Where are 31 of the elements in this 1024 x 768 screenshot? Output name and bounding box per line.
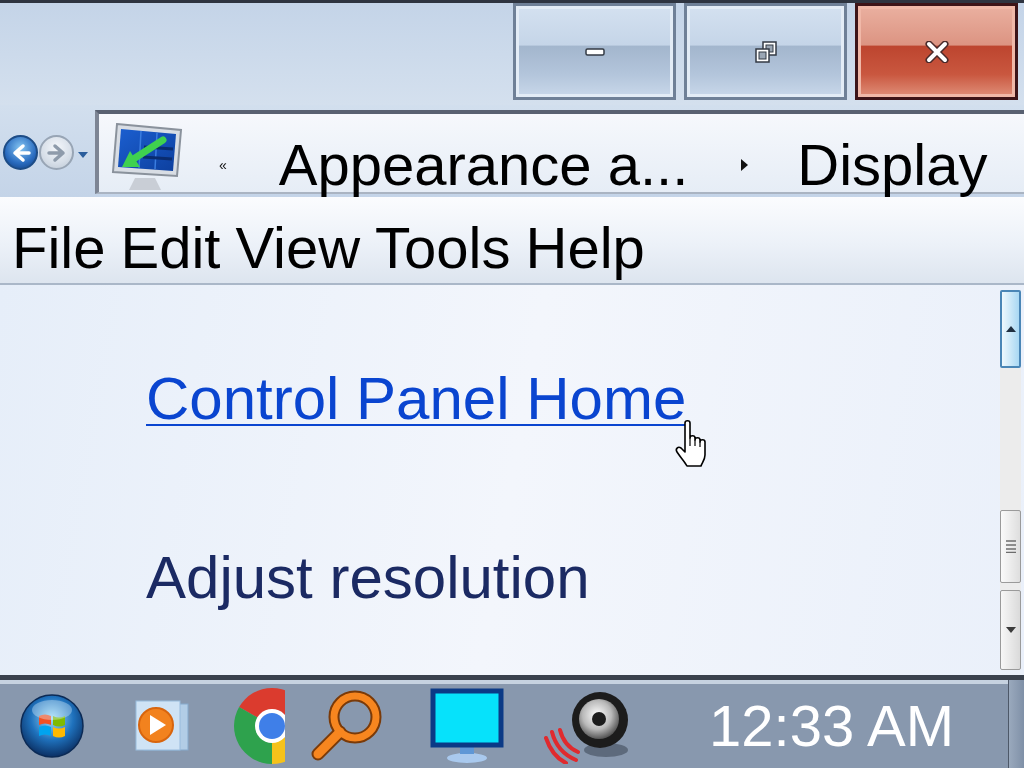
scrollbar-thumb[interactable] bbox=[1000, 510, 1021, 583]
scroll-down-button[interactable] bbox=[1000, 590, 1021, 670]
minimize-icon bbox=[584, 47, 605, 56]
start-orb-icon[interactable] bbox=[20, 694, 84, 758]
menu-item[interactable]: Help bbox=[525, 219, 645, 283]
sidebar-link[interactable]: Control Panel Home bbox=[146, 369, 687, 429]
menu-item[interactable]: File bbox=[12, 219, 106, 283]
close-button[interactable] bbox=[855, 3, 1018, 100]
arrow-right-icon bbox=[45, 142, 68, 163]
hand-cursor-icon bbox=[674, 419, 709, 469]
menu-item[interactable]: Tools bbox=[375, 219, 511, 283]
arrow-down-icon bbox=[1005, 627, 1016, 633]
menu-item[interactable]: View bbox=[235, 219, 361, 283]
menu-item[interactable]: Edit bbox=[120, 219, 221, 283]
restore-button[interactable] bbox=[684, 3, 847, 100]
segmented-circle-icon[interactable] bbox=[233, 686, 285, 766]
monitor-arrow-icon bbox=[111, 120, 185, 192]
breadcrumb-overflow[interactable]: « bbox=[219, 158, 227, 172]
grip-icon bbox=[1005, 540, 1016, 553]
restore-icon bbox=[754, 40, 777, 63]
back-button[interactable] bbox=[3, 135, 38, 170]
caret-icon bbox=[77, 150, 89, 159]
sidebar-link[interactable]: Adjust resolution bbox=[146, 548, 590, 608]
triangle-icon[interactable] bbox=[740, 158, 750, 172]
arrow-up-icon bbox=[1005, 326, 1016, 332]
monitor-icon[interactable] bbox=[430, 688, 504, 764]
corner-button[interactable] bbox=[1008, 680, 1024, 768]
close-icon bbox=[924, 40, 949, 63]
scroll-up-button[interactable] bbox=[1000, 290, 1021, 368]
minimize-button[interactable] bbox=[513, 3, 676, 100]
history-dropdown-button[interactable] bbox=[77, 150, 89, 159]
